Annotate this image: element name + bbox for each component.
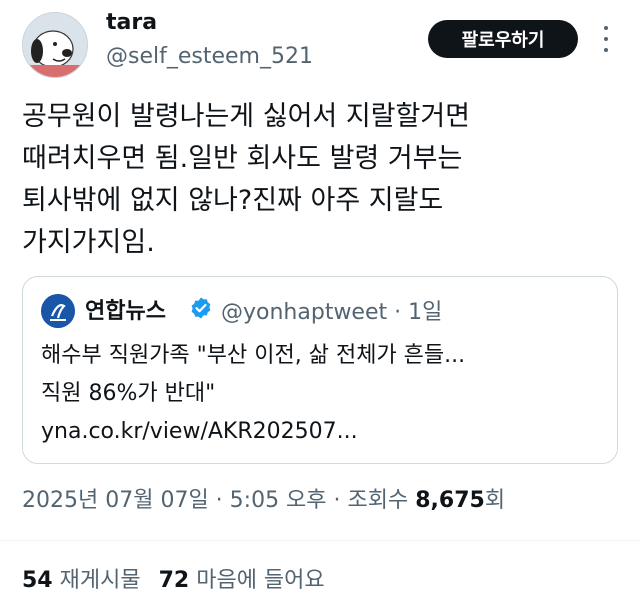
tweet-text-line: 때려치우면 됨.일반 회사도 발령 거부는 xyxy=(22,143,463,174)
tweet-text: 공무원이 발령나는게 싫어서 지랄할거면 때려치우면 됨.일반 회사도 발령 거… xyxy=(22,96,622,264)
tweet-text-line: 퇴사밖에 없지 않나?진짜 아주 지랄도 xyxy=(22,185,444,216)
more-options-dot xyxy=(604,26,608,30)
quoted-tweet-text: 해수부 직원가족 "부산 이전, 삶 전체가 흔들... 직원 86%가 반대"… xyxy=(41,337,465,451)
likes-stat[interactable]: 72 마음에 들어요 xyxy=(159,568,325,593)
divider xyxy=(0,540,640,541)
more-options-icon[interactable] xyxy=(598,26,614,52)
quoted-author-handle: @yonhaptweet · 1일 xyxy=(221,300,443,325)
follow-button[interactable]: 팔로우하기 xyxy=(428,20,578,58)
user-name[interactable]: tara xyxy=(106,10,157,35)
quoted-link[interactable]: yna.co.kr/view/AKR202507... xyxy=(41,413,465,451)
reposts-stat[interactable]: 54 재게시물 xyxy=(22,568,141,593)
reposts-count: 54 xyxy=(22,568,53,593)
more-options-dot xyxy=(604,48,608,52)
quoted-tweet-card[interactable]: 연합뉴스 @yonhaptweet · 1일 해수부 직원가족 "부산 이전, … xyxy=(22,276,618,464)
tweet-text-line: 가지가지임. xyxy=(22,227,155,258)
likes-label: 마음에 들어요 xyxy=(196,568,325,593)
quoted-text-line: 직원 86%가 반대" xyxy=(41,381,216,406)
avatar[interactable] xyxy=(22,12,88,78)
view-count: 8,675 xyxy=(415,488,485,513)
yonhap-logo-icon xyxy=(41,294,75,328)
quoted-author-name: 연합뉴스 xyxy=(85,299,166,324)
view-count-suffix: 회 xyxy=(484,488,506,513)
verified-badge-icon xyxy=(189,296,213,320)
user-handle[interactable]: @self_esteem_521 xyxy=(106,44,313,69)
reposts-label: 재게시물 xyxy=(59,568,141,593)
tweet-metadata: 2025년 07월 07일 · 5:05 오후 · 조회수 8,675회 xyxy=(22,482,505,514)
tweet-text-line: 공무원이 발령나는게 싫어서 지랄할거면 xyxy=(22,101,471,132)
likes-count: 72 xyxy=(158,568,190,593)
engagement-stats: 54 재게시물 72 마음에 들어요 xyxy=(22,562,325,594)
quoted-text-line: 해수부 직원가족 "부산 이전, 삶 전체가 흔들... xyxy=(41,343,466,368)
snoopy-avatar-image xyxy=(23,13,87,77)
tweet-timestamp[interactable]: 2025년 07월 07일 · 5:05 오후 · 조회수 xyxy=(22,488,415,513)
more-options-dot xyxy=(604,37,608,41)
